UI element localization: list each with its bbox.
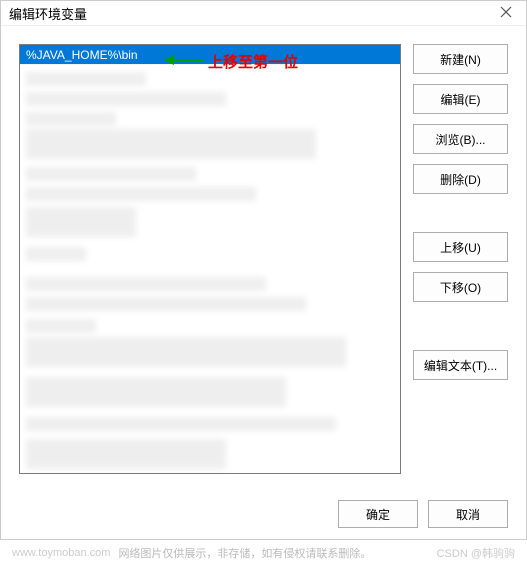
path-list[interactable]: %JAVA_HOME%\bin [19,44,401,474]
dialog-title: 编辑环境变量 [9,4,494,23]
edit-text-button[interactable]: 编辑文本(T)... [413,350,508,380]
close-button[interactable] [494,1,518,25]
watermark-site: www.toymoban.com [12,547,110,559]
edit-button[interactable]: 编辑(E) [413,84,508,114]
move-up-button[interactable]: 上移(U) [413,232,508,262]
watermark-note: 网络图片仅供展示，非存储，如有侵权请联系删除。 [118,545,371,561]
cancel-button[interactable]: 取消 [428,500,508,528]
move-down-button[interactable]: 下移(O) [413,272,508,302]
titlebar: 编辑环境变量 [1,1,526,26]
list-item-text: %JAVA_HOME%\bin [26,48,138,62]
blurred-list-area [20,67,400,473]
new-button[interactable]: 新建(N) [413,44,508,74]
watermark-author: CSDN @韩驹驹 [437,545,515,561]
ok-button[interactable]: 确定 [338,500,418,528]
watermark: www.toymoban.com 网络图片仅供展示，非存储，如有侵权请联系删除。… [0,545,527,561]
dialog-content: %JAVA_HOME%\bin 新建(N) [1,26,526,492]
close-icon [500,6,512,21]
dialog-footer: 确定 取消 [1,492,526,542]
list-item-selected[interactable]: %JAVA_HOME%\bin [20,45,400,65]
button-column: 新建(N) 编辑(E) 浏览(B)... 删除(D) 上移(U) 下移(O) 编… [413,44,508,474]
browse-button[interactable]: 浏览(B)... [413,124,508,154]
delete-button[interactable]: 删除(D) [413,164,508,194]
env-var-dialog: 编辑环境变量 %JAVA_HOME%\bin [0,0,527,540]
